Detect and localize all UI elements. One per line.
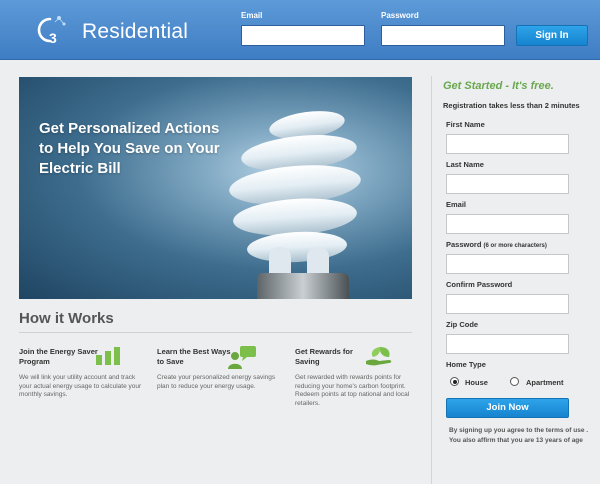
password-field-label: Password (6 or more characters) (446, 240, 547, 249)
section-divider (19, 332, 412, 333)
how-it-works-heading: How it Works (19, 310, 114, 327)
apartment-radio[interactable] (510, 377, 519, 386)
cfl-bulb-image (229, 111, 361, 299)
step-join: Join the Energy Saver Program We will li… (19, 347, 147, 400)
brand-name: Residential (82, 20, 189, 43)
email-label: Email (241, 11, 263, 20)
terms-text: By signing up you agree to the terms of … (449, 427, 589, 444)
person-chat-icon (228, 346, 256, 369)
password-label: Password (381, 11, 419, 20)
step-title: Get Rewards for Saving (295, 347, 353, 366)
step-text: Get rewarded with rewards points for red… (295, 374, 410, 407)
password-label-text: Password (446, 240, 482, 249)
sign-in-button[interactable]: Sign In (516, 25, 588, 46)
c3-logo[interactable]: 3 (33, 12, 69, 48)
confirm-password-label: Confirm Password (446, 280, 513, 289)
confirm-password-input[interactable] (446, 294, 569, 314)
join-now-button[interactable]: Join Now (446, 398, 569, 418)
hand-leaf-icon (366, 347, 392, 366)
hero-banner: Get Personalized Actions to Help You Sav… (19, 77, 412, 299)
house-radio-label[interactable]: House (465, 378, 488, 387)
step-text: Create your personalized energy savings … (157, 374, 276, 390)
bar-chart-icon (96, 347, 120, 365)
get-started-heading: Get Started - It's free. (443, 80, 554, 92)
last-name-input[interactable] (446, 174, 569, 194)
step-text: We will link your utility account and tr… (19, 374, 142, 398)
password-input[interactable] (446, 254, 569, 274)
step-title: Learn the Best Ways to Save (157, 347, 231, 366)
first-name-input[interactable] (446, 134, 569, 154)
house-radio[interactable] (450, 377, 459, 386)
svg-text:3: 3 (49, 30, 57, 46)
step-rewards: Get Rewards for Saving Get rewarded with… (295, 347, 423, 408)
hero-headline: Get Personalized Actions to Help You Sav… (39, 120, 220, 177)
apartment-radio-label[interactable]: Apartment (526, 378, 564, 387)
registration-subheading: Registration takes less than 2 minutes (443, 101, 580, 110)
email-field-label: Email (446, 200, 467, 209)
top-header: 3 Residential Email Password Sign In (0, 0, 600, 60)
header-password-input[interactable] (381, 25, 505, 46)
header-email-input[interactable] (241, 25, 365, 46)
step-learn: Learn the Best Ways to Save Create your … (157, 346, 285, 391)
first-name-label: First Name (446, 120, 485, 129)
email-input[interactable] (446, 214, 569, 234)
zip-code-input[interactable] (446, 334, 569, 354)
sidebar-divider (431, 76, 432, 484)
step-title: Join the Energy Saver Program (19, 347, 98, 366)
home-type-label: Home Type (446, 360, 486, 369)
last-name-label: Last Name (446, 160, 484, 169)
zip-code-label: Zip Code (446, 320, 479, 329)
password-hint: (6 or more characters) (483, 243, 547, 249)
